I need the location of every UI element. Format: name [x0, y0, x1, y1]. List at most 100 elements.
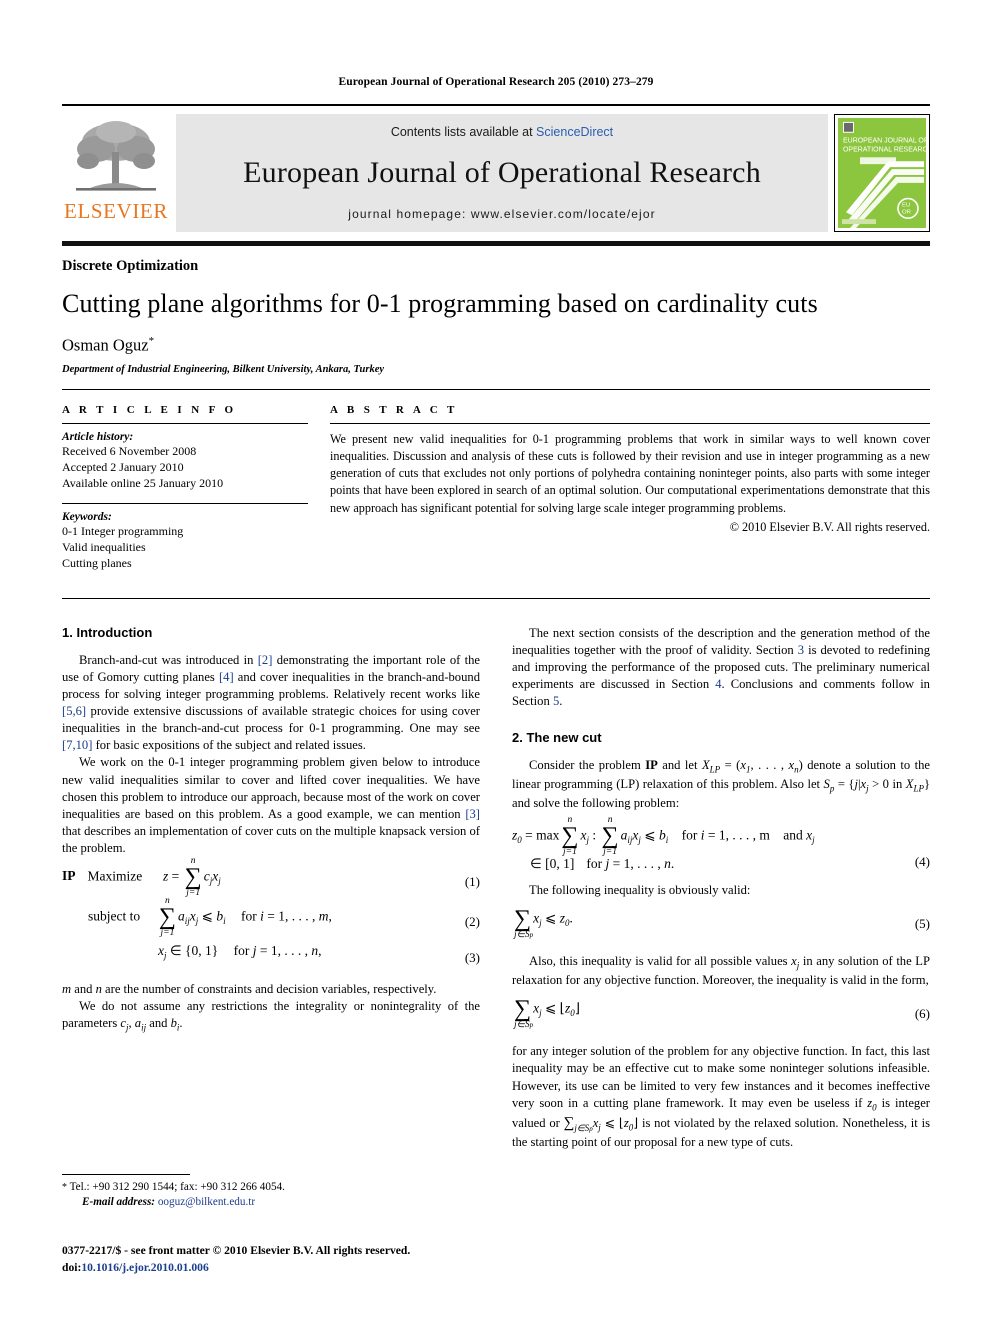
intro-p2-seg-b: that describes an implementation of cove…: [62, 823, 480, 855]
intro-p1-seg-a: Branch-and-cut was introduced in: [79, 652, 258, 667]
article-section-kind: Discrete Optimization: [62, 258, 199, 274]
article-history-received: Received 6 November 2008: [62, 443, 197, 458]
abstract-text: We present new valid inequalities for 0-…: [330, 431, 930, 515]
footnote-tel-text: Tel.: +90 312 290 1544; fax: +90 312 266…: [69, 1181, 285, 1193]
equation-2-body: subject to n ∑ j=1 aijxj ⩽ bi for i = 1, . …: [88, 896, 332, 939]
equation-1-body: IP Maximize z = n ∑ j=1 cjxj: [62, 856, 221, 899]
cover-illustration-icon: EUROPEAN JOURNAL OF OPERATIONAL RESEARCH…: [838, 118, 926, 228]
contents-available-line: Contents lists available at ScienceDirec…: [391, 125, 613, 139]
equation-3: xj ∈ {0, 1} for j = 1, . . . , n, (3): [62, 943, 480, 973]
equation-4-body: z0 = max n ∑ j=1 xj : n ∑ j=1 aijxj ⩽ bi for i …: [512, 814, 815, 872]
abstract-copyright: © 2010 Elsevier B.V. All rights reserved…: [729, 520, 930, 535]
doi-line: doi:10.1016/j.ejor.2010.01.006: [62, 1260, 492, 1277]
sciencedirect-link[interactable]: ScienceDirect: [536, 125, 613, 139]
author-footnote-marker[interactable]: *: [149, 335, 155, 347]
right-paragraph-4: Also, this inequality is valid for all p…: [512, 954, 930, 988]
intro-p1-seg-e: for basic expositions of the subject and…: [92, 738, 366, 753]
heading-introduction: 1. Introduction: [62, 624, 153, 640]
issn-block: 0377-2217/$ - see front matter © 2010 El…: [62, 1243, 492, 1277]
svg-text:OPERATIONAL RESEARCH: OPERATIONAL RESEARCH: [843, 146, 926, 153]
equation-6: ∑ j∈Sp xj ⩽ ⌊z0⌋ (6): [512, 996, 930, 1031]
intro-paragraph-2: We work on the 0-1 integer programming p…: [62, 754, 480, 857]
abstract-column: A B S T R A C T We present new valid ine…: [330, 404, 930, 572]
abstract-rule: [330, 422, 930, 424]
body-right-column: The next section consists of the descrip…: [512, 625, 930, 1152]
svg-text:EU: EU: [902, 202, 910, 208]
citation-ref-5-6[interactable]: [5,6]: [62, 704, 86, 718]
keyword-item-1: 0-1 Integer programming: [62, 524, 184, 539]
elsevier-logo: ELSEVIER: [62, 114, 170, 232]
footnote-rule: [62, 1174, 190, 1175]
article-info-column: A R T I C L E I N F O Article history: R…: [62, 404, 330, 572]
article-author: Osman Oguz*: [62, 335, 930, 356]
keyword-item-3: Cutting planes: [62, 556, 132, 571]
article-head: Discrete Optimization Cutting plane algo…: [62, 258, 930, 375]
body-two-column: 1. Introduction Branch-and-cut was intro…: [62, 625, 930, 1152]
citation-ref-3[interactable]: [3]: [465, 807, 480, 821]
body-left-column: 1. Introduction Branch-and-cut was intro…: [62, 625, 480, 1152]
equation-2-number: (2): [464, 914, 480, 930]
footnote-email-line: E-mail address: ooguz@bilkent.edu.tr: [62, 1195, 480, 1210]
equation-2-keyword: subject to: [88, 908, 141, 924]
right-paragraph-1: The next section consists of the descrip…: [512, 625, 930, 711]
abstract-heading: A B S T R A C T: [330, 403, 458, 416]
footnote-tel-line: * Tel.: +90 312 290 1544; fax: +90 312 2…: [62, 1180, 480, 1195]
elsevier-tree-icon: [76, 121, 156, 191]
footnote-email-link[interactable]: ooguz@bilkent.edu.tr: [158, 1196, 255, 1208]
equation-1-label: IP: [62, 868, 76, 884]
journal-cover-thumbnail: EUROPEAN JOURNAL OF OPERATIONAL RESEARCH…: [834, 114, 930, 232]
equation-5: ∑ j∈Sp xj ⩽ z0. (5): [512, 906, 930, 941]
journal-homepage[interactable]: journal homepage: www.elsevier.com/locat…: [348, 207, 655, 221]
equation-1: IP Maximize z = n ∑ j=1 cjxj (1): [62, 856, 480, 899]
footnote-star-marker: *: [62, 1182, 67, 1193]
article-affiliation: Department of Industrial Engineering, Bi…: [62, 363, 385, 375]
equation-3-number: (3): [464, 950, 480, 966]
right-p1-seg-d: .: [559, 694, 563, 709]
equation-1-keyword: Maximize: [87, 868, 143, 884]
citation-ref-4[interactable]: [4]: [219, 670, 234, 684]
keyword-item-2: Valid inequalities: [62, 540, 146, 555]
equation-6-body: ∑ j∈Sp xj ⩽ ⌊z0⌋: [514, 996, 581, 1031]
right-paragraph-3: The following inequality is obviously va…: [529, 883, 751, 898]
equation-2: subject to n ∑ j=1 aijxj ⩽ bi for i = 1, . …: [62, 896, 480, 939]
equation-3-body: xj ∈ {0, 1} for j = 1, . . . , n,: [158, 943, 322, 961]
right-paragraph-5: for any integer solution of the problem …: [512, 1044, 930, 1150]
paper-page: European Journal of Operational Research…: [0, 0, 992, 1323]
equation-5-number: (5): [914, 916, 930, 932]
article-info-heading: A R T I C L E I N F O: [62, 403, 237, 416]
author-name: Osman Oguz: [62, 335, 149, 355]
left-paragraph-3: m and n are the number of constraints an…: [62, 982, 437, 997]
intro-paragraph-1: Branch-and-cut was introduced in [2] dem…: [62, 652, 480, 755]
abstract-bottom-rule: [62, 597, 930, 599]
header-bottom-rule: [62, 241, 930, 246]
journal-cover-art: EUROPEAN JOURNAL OF OPERATIONAL RESEARCH…: [838, 118, 926, 228]
footnote-block: * Tel.: +90 312 290 1544; fax: +90 312 2…: [62, 1174, 480, 1211]
left-paragraph-4: We do not assume any restrictions the in…: [62, 999, 480, 1033]
citation-ref-7-10[interactable]: [7,10]: [62, 738, 92, 752]
article-info-rule-top: [62, 422, 308, 424]
article-title: Cutting plane algorithms for 0-1 program…: [62, 289, 818, 318]
doi-value[interactable]: 10.1016/j.ejor.2010.01.006: [81, 1261, 208, 1274]
info-abstract-row: A R T I C L E I N F O Article history: R…: [62, 404, 930, 572]
heading-the-new-cut: 2. The new cut: [512, 730, 602, 746]
citation-ref-2[interactable]: [2]: [258, 653, 273, 667]
keywords-block: Keywords: 0-1 Integer programming Valid …: [62, 511, 308, 572]
article-history-available: Available online 25 January 2010: [62, 475, 224, 490]
issn-line: 0377-2217/$ - see front matter © 2010 El…: [62, 1244, 411, 1257]
intro-p1-seg-d: provide extensive discussions of availab…: [62, 704, 480, 736]
svg-text:OR: OR: [902, 209, 912, 215]
equation-4-number: (4): [914, 854, 930, 870]
equation-5-body: ∑ j∈Sp xj ⩽ z0.: [514, 906, 573, 941]
doi-label: doi:: [62, 1260, 82, 1274]
article-history-accepted: Accepted 2 January 2010: [62, 459, 184, 474]
contents-prefix: Contents lists available at: [390, 125, 537, 139]
svg-text:EUROPEAN JOURNAL OF: EUROPEAN JOURNAL OF: [843, 138, 926, 145]
article-head-rule: [62, 388, 930, 390]
equation-6-number: (6): [914, 1006, 930, 1022]
footnote-email-label: E-mail address:: [82, 1196, 156, 1209]
right-paragraph-2: Consider the problem IP and let XLP = (x…: [512, 758, 931, 810]
elsevier-wordmark: ELSEVIER: [64, 199, 168, 223]
journal-title: European Journal of Operational Research: [243, 156, 761, 189]
equation-4: z0 = max n ∑ j=1 xj : n ∑ j=1 aijxj ⩽ bi for i …: [512, 814, 930, 872]
running-head: European Journal of Operational Research…: [338, 76, 654, 88]
